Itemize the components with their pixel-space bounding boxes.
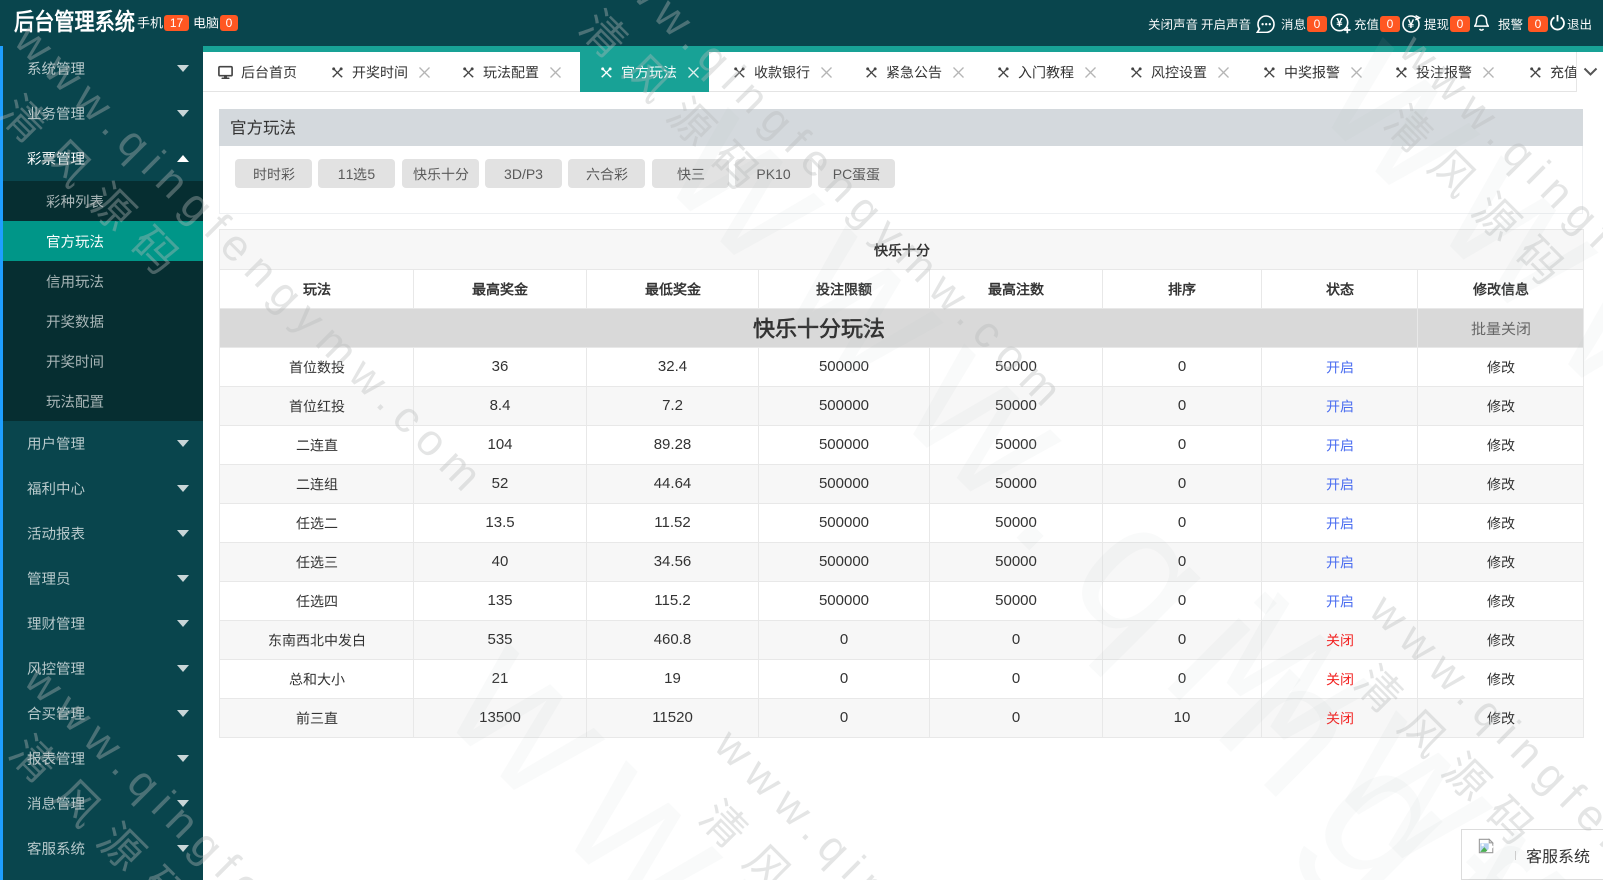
svg-text:¥: ¥ [1336,18,1343,30]
svg-text:¥: ¥ [1408,19,1415,31]
